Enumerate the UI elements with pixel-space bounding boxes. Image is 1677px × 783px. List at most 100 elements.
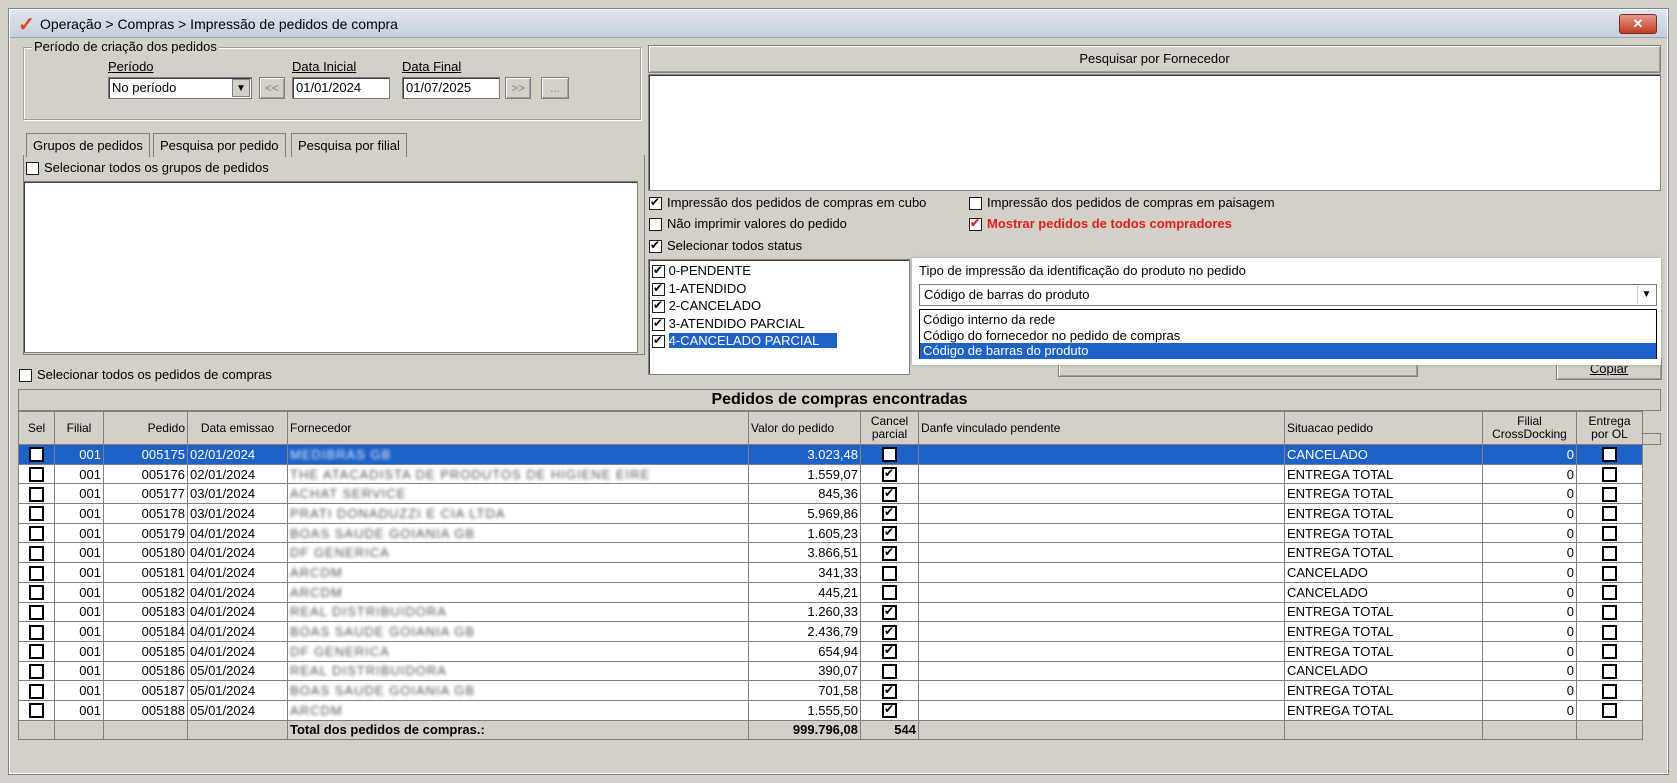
pesquisar-fornecedor-header[interactable]: Pesquisar por Fornecedor: [648, 45, 1661, 73]
status-1-box[interactable]: [652, 281, 665, 296]
col-danfe[interactable]: Danfe vinculado pendente: [918, 411, 1285, 445]
grid-scroll-corner[interactable]: [1642, 433, 1661, 445]
chevron-down-icon[interactable]: ▼: [1637, 286, 1655, 304]
selecionar-status-box[interactable]: [649, 238, 662, 254]
status-0-box[interactable]: [652, 263, 665, 279]
status-4-box[interactable]: [652, 333, 665, 349]
cancel-parcial-checkbox[interactable]: [882, 466, 897, 483]
select-all-groups-checkbox[interactable]: Selecionar todos os grupos de pedidos: [26, 160, 269, 176]
next-period-button[interactable]: >>: [505, 77, 531, 99]
status-2-box[interactable]: [652, 298, 665, 314]
row-select-checkbox[interactable]: [29, 644, 44, 660]
table-row[interactable]: 001 005176 02/01/2024 THE ATACADISTA DE PRO…: [18, 463, 1643, 485]
col-valor[interactable]: Valor do pedido: [748, 411, 861, 445]
table-row[interactable]: 001 005175 02/01/2024 MEDIBRAS GB 3.023,48 CA…: [18, 444, 1643, 465]
table-row[interactable]: 00100518504/01/2024DF GENERICA 654,94 ENTR…: [18, 640, 1643, 662]
table-row[interactable]: 001 005178 03/01/2024 PRATI DONADUZZI E CIA…: [18, 503, 1643, 524]
cubo-box[interactable]: [649, 195, 662, 211]
tab-grupos-pedidos[interactable]: Grupos de pedidos: [26, 133, 150, 157]
table-row[interactable]: 00100518004/01/2024DF GENERICA 3.866,51 EN…: [18, 542, 1643, 564]
row-select-checkbox[interactable]: [29, 683, 44, 699]
col-situacao[interactable]: Situacao pedido: [1284, 411, 1483, 445]
cancel-parcial-checkbox[interactable]: [882, 447, 897, 463]
cancel-parcial-checkbox[interactable]: [882, 604, 897, 620]
table-row[interactable]: 001 005182 04/01/2024 ARCDM 445,21 CANCELADO 0: [18, 581, 1643, 603]
table-row[interactable]: 00100517703/01/2024ACHAT SERVICE 845,36 EN…: [18, 483, 1643, 505]
entrega-ol-checkbox[interactable]: [1602, 703, 1617, 719]
option-codigo-fornecedor[interactable]: Código do fornecedor no pedido de compra…: [920, 328, 1656, 344]
cancel-parcial-checkbox[interactable]: [882, 663, 897, 679]
select-all-orders-box[interactable]: [19, 369, 32, 383]
prev-period-button[interactable]: <<: [259, 77, 285, 99]
col-cancel[interactable]: Cancel parcial: [860, 411, 919, 445]
close-button[interactable]: ✕: [1619, 14, 1657, 34]
more-options-button[interactable]: ...: [541, 77, 569, 99]
mostrar-todos-box[interactable]: [969, 216, 982, 232]
entrega-ol-checkbox[interactable]: [1602, 526, 1617, 542]
row-select-checkbox[interactable]: [29, 663, 44, 679]
table-row[interactable]: 001 005183 04/01/2024 REAL DISTRIBUIDORA 1.2…: [18, 601, 1643, 623]
row-select-checkbox[interactable]: [29, 565, 44, 581]
row-select-checkbox[interactable]: [29, 447, 44, 463]
cancel-parcial-checkbox[interactable]: [882, 565, 897, 581]
chevron-down-icon[interactable]: ▼: [232, 79, 250, 97]
status-item-1[interactable]: 1-ATENDIDO: [649, 280, 909, 298]
col-crossdock[interactable]: Filial CrossDocking: [1482, 411, 1577, 445]
col-fornecedor[interactable]: Fornecedor: [287, 411, 749, 445]
selecionar-status-checkbox[interactable]: Selecionar todos status: [649, 238, 802, 254]
row-select-checkbox[interactable]: [29, 467, 44, 483]
row-select-checkbox[interactable]: [29, 585, 44, 601]
entrega-ol-checkbox[interactable]: [1602, 545, 1617, 561]
col-data[interactable]: Data emissao: [187, 411, 288, 445]
status-item-3[interactable]: 3-ATENDIDO PARCIAL: [649, 315, 909, 333]
entrega-ol-checkbox[interactable]: [1602, 486, 1617, 502]
tipo-impressao-select[interactable]: Código de barras do produto ▼: [919, 284, 1657, 306]
cancel-parcial-checkbox[interactable]: [882, 545, 897, 561]
entrega-ol-checkbox[interactable]: [1602, 585, 1617, 601]
paisagem-box[interactable]: [969, 197, 982, 211]
data-final-field[interactable]: 01/07/2025: [402, 77, 500, 99]
entrega-ol-checkbox[interactable]: [1602, 467, 1617, 483]
status-item-0[interactable]: 0-PENDENTE: [649, 262, 909, 280]
entrega-ol-checkbox[interactable]: [1602, 565, 1617, 581]
col-pedido[interactable]: Pedido: [103, 411, 188, 445]
entrega-ol-checkbox[interactable]: [1602, 624, 1617, 640]
status-list[interactable]: 0-PENDENTE 1-ATENDIDO 2-CANCELADO 3-ATEN…: [648, 259, 910, 375]
select-all-orders-checkbox[interactable]: Selecionar todos os pedidos de compras: [19, 367, 272, 383]
data-inicial-field[interactable]: 01/01/2024: [292, 77, 390, 99]
tab-pesquisa-filial[interactable]: Pesquisa por filial: [291, 133, 407, 157]
row-select-checkbox[interactable]: [29, 703, 44, 719]
row-select-checkbox[interactable]: [29, 604, 44, 620]
status-item-4[interactable]: 4-CANCELADO PARCIAL: [649, 332, 909, 350]
cancel-parcial-checkbox[interactable]: [882, 505, 897, 522]
table-row[interactable]: 001 005179 04/01/2024 BOAS SAUDE GOIANIA GB…: [18, 522, 1643, 544]
status-item-2[interactable]: 2-CANCELADO: [649, 297, 909, 315]
cubo-checkbox[interactable]: Impressão dos pedidos de compras em cubo: [649, 195, 926, 211]
row-select-checkbox[interactable]: [29, 624, 44, 640]
periodo-select[interactable]: No período ▼: [108, 77, 252, 99]
status-3-box[interactable]: [652, 316, 665, 331]
table-row[interactable]: 001 005184 04/01/2024 BOAS SAUDE GOIANIA GB…: [18, 621, 1643, 642]
row-select-checkbox[interactable]: [29, 526, 44, 542]
row-select-checkbox[interactable]: [29, 506, 44, 522]
col-entrega[interactable]: Entrega por OL: [1576, 411, 1643, 445]
entrega-ol-checkbox[interactable]: [1602, 506, 1617, 522]
cancel-parcial-checkbox[interactable]: [882, 486, 897, 502]
mostrar-todos-checkbox[interactable]: Mostrar pedidos de todos compradores: [969, 216, 1232, 232]
tab-pesquisa-pedido[interactable]: Pesquisa por pedido: [153, 133, 286, 157]
table-row[interactable]: 00100518805/01/2024ARCDM 1.555,50 ENTREGA …: [18, 699, 1643, 721]
groups-list[interactable]: [23, 181, 638, 353]
table-row[interactable]: 001 005181 04/01/2024 ARCDM 341,33 CANCELADO 0: [18, 562, 1643, 583]
fornecedor-list[interactable]: [648, 74, 1661, 191]
paisagem-checkbox[interactable]: Impressão dos pedidos de compras em pais…: [969, 195, 1275, 211]
col-sel[interactable]: Sel: [18, 411, 55, 445]
option-codigo-barras[interactable]: Código de barras do produto: [920, 343, 1656, 359]
select-all-groups-box[interactable]: [26, 162, 39, 176]
cancel-parcial-checkbox[interactable]: [882, 624, 897, 640]
entrega-ol-checkbox[interactable]: [1602, 644, 1617, 660]
nao-imprimir-box[interactable]: [649, 218, 662, 232]
cancel-parcial-checkbox[interactable]: [882, 585, 897, 601]
row-select-checkbox[interactable]: [29, 545, 44, 561]
cancel-parcial-checkbox[interactable]: [882, 643, 897, 660]
entrega-ol-checkbox[interactable]: [1602, 447, 1617, 463]
